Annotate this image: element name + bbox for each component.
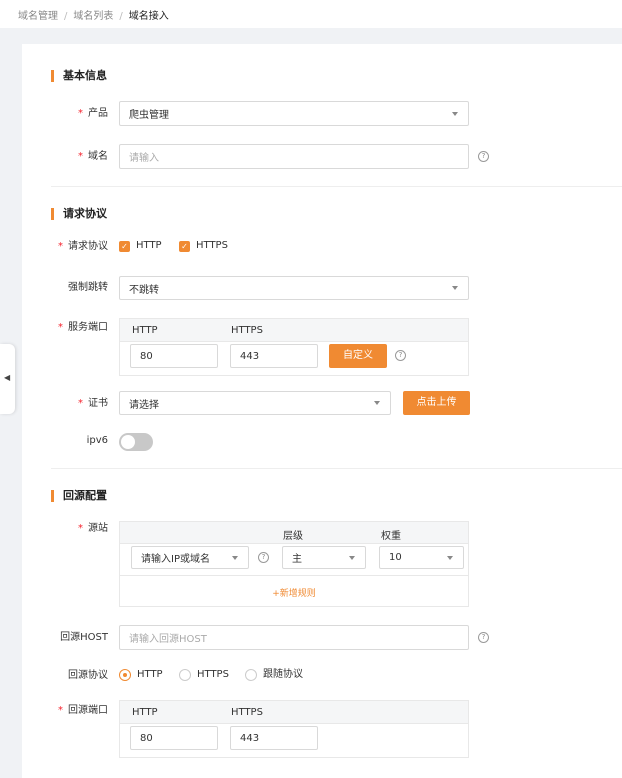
http-checkbox[interactable]: ✓ <box>119 241 130 252</box>
chevron-down-icon <box>447 555 453 560</box>
custom-port-button[interactable]: 自定义 <box>329 344 387 368</box>
source-label: * 源站 <box>78 523 108 534</box>
origin-https-port-input[interactable]: 443 <box>230 726 318 750</box>
chevron-left-icon: ◀ <box>4 373 11 382</box>
origin-http-port-input[interactable]: 80 <box>130 726 218 750</box>
https-port-input[interactable]: 443 <box>230 344 318 368</box>
question-circle-icon[interactable]: ? <box>395 350 406 361</box>
column-header-weight: 权重 <box>381 531 401 542</box>
chevron-down-icon <box>232 555 238 560</box>
check-icon: ✓ <box>121 242 128 251</box>
source-level-select[interactable]: 主 <box>282 546 366 569</box>
breadcrumb: 域名管理 / 域名列表 / 域名接入 <box>0 0 622 28</box>
origin-protocol-follow-radio[interactable] <box>245 669 257 681</box>
service-port-table-header: HTTP HTTPS <box>119 318 469 342</box>
chevron-down-icon <box>452 111 458 116</box>
breadcrumb-separator: / <box>119 11 123 22</box>
https-checkbox[interactable]: ✓ <box>179 241 190 252</box>
redirect-select[interactable]: 不跳转 <box>119 276 469 300</box>
origin-host-input[interactable]: 请输入回源HOST <box>119 625 469 650</box>
origin-protocol-follow-label: 跟随协议 <box>263 669 303 680</box>
source-table-header: 层级 权重 <box>119 521 469 544</box>
section-title-basic: 基本信息 <box>51 69 107 83</box>
redirect-label: 强制跳转 <box>68 282 108 293</box>
chevron-down-icon <box>374 401 380 405</box>
divider <box>51 186 622 187</box>
http-port-input[interactable]: 80 <box>130 344 218 368</box>
breadcrumb-item-domain-list[interactable]: 域名列表 <box>73 11 113 22</box>
cert-label: * 证书 <box>78 398 108 409</box>
question-circle-icon[interactable]: ? <box>478 632 489 643</box>
product-label: * 产品 <box>78 108 108 119</box>
ipv6-switch[interactable] <box>119 433 153 451</box>
req-protocol-label: * 请求协议 <box>58 241 108 252</box>
origin-protocol-https-label: HTTPS <box>197 669 229 680</box>
cert-select[interactable]: 请选择 <box>119 391 391 415</box>
breadcrumb-item-domain-mgmt[interactable]: 域名管理 <box>18 11 58 22</box>
origin-protocol-https-radio[interactable] <box>179 669 191 681</box>
origin-protocol-label: 回源协议 <box>68 670 108 681</box>
chevron-down-icon <box>452 286 458 290</box>
section-title-protocol: 请求协议 <box>51 207 107 221</box>
question-circle-icon[interactable]: ? <box>258 552 269 563</box>
sidebar-collapse-toggle[interactable]: ◀ <box>0 344 15 414</box>
product-select[interactable]: 爬虫管理 <box>119 101 469 126</box>
breadcrumb-current: 域名接入 <box>128 11 169 22</box>
question-circle-icon[interactable]: ? <box>478 151 489 162</box>
service-port-label: * 服务端口 <box>58 322 108 333</box>
source-weight-select[interactable]: 10 <box>379 546 464 569</box>
origin-port-table-header: HTTP HTTPS <box>119 700 469 724</box>
origin-port-label: * 回源端口 <box>58 705 108 716</box>
origin-protocol-http-label: HTTP <box>137 669 163 680</box>
source-address-select[interactable]: 请输入IP或域名 <box>131 546 249 569</box>
column-header-http: HTTP <box>132 325 158 336</box>
origin-protocol-http-radio[interactable] <box>119 669 131 681</box>
origin-host-label: 回源HOST <box>60 632 108 643</box>
column-header-http: HTTP <box>132 707 158 718</box>
http-checkbox-label: HTTP <box>136 240 162 251</box>
breadcrumb-separator: / <box>64 11 68 22</box>
column-header-https: HTTPS <box>231 325 263 336</box>
chevron-down-icon <box>349 555 355 560</box>
https-checkbox-label: HTTPS <box>196 240 228 251</box>
upload-cert-button[interactable]: 点击上传 <box>403 391 470 415</box>
ipv6-label: ipv6 <box>86 435 108 446</box>
divider <box>51 468 622 469</box>
domain-input[interactable]: 请输入 <box>119 144 469 169</box>
column-header-https: HTTPS <box>231 707 263 718</box>
column-header-level: 层级 <box>283 531 303 542</box>
form-card: 基本信息 * 产品 爬虫管理 * 域名 请输入 ? 请求协议 * 请求协议 ✓ HTT… <box>22 44 622 778</box>
section-title-origin: 回源配置 <box>51 489 107 503</box>
add-rule-link[interactable]: +新增规则 <box>119 586 469 599</box>
domain-label: * 域名 <box>78 151 108 162</box>
check-icon: ✓ <box>181 242 188 251</box>
